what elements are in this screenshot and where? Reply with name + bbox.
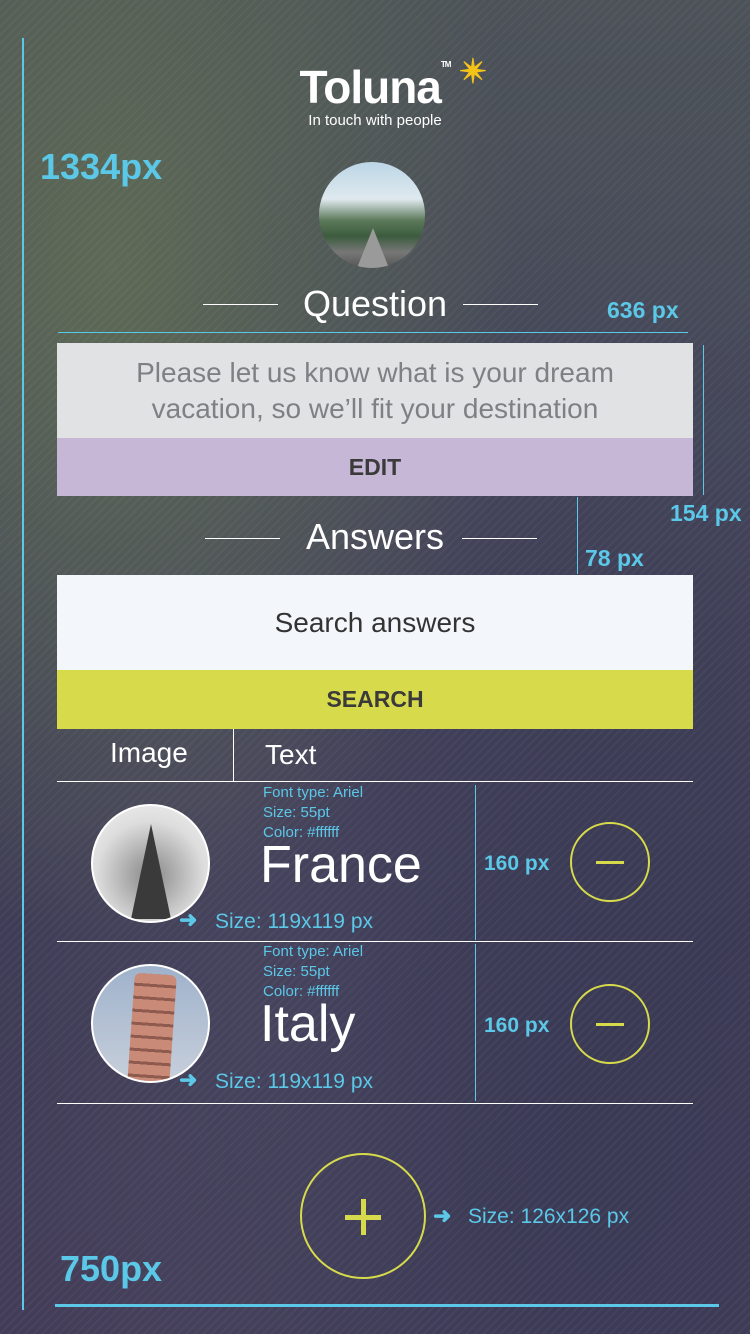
- row-height-label: 160 px: [484, 1014, 550, 1037]
- column-header-image: Image: [110, 737, 188, 768]
- spec-font-type: Font type: Ariel: [263, 943, 364, 960]
- spec-size: Size: 55pt: [263, 963, 330, 980]
- spec-font-type: Font type: Ariel: [263, 784, 364, 801]
- divider: [57, 1103, 693, 1104]
- answer-text: Italy: [260, 995, 356, 1053]
- question-image[interactable]: [319, 162, 425, 268]
- column-header-text: Text: [265, 739, 317, 770]
- list-item: Font type: Ariel Size: 55pt Color: #ffff…: [57, 942, 693, 1103]
- answer-image[interactable]: [91, 804, 210, 923]
- question-width-line: [58, 332, 688, 333]
- add-answer-button[interactable]: [300, 1153, 426, 1279]
- remove-answer-button[interactable]: [570, 984, 650, 1064]
- image-size-note: Size: 119x119 px: [215, 910, 373, 933]
- arrow-right-icon: ➜: [179, 1067, 198, 1092]
- answers-gap-line: [577, 497, 578, 574]
- question-width-label: 636 px: [607, 297, 679, 323]
- minus-icon: [596, 1023, 624, 1026]
- question-height-line: [703, 345, 704, 495]
- remove-answer-button[interactable]: [570, 822, 650, 902]
- row-height-label: 160 px: [484, 852, 550, 875]
- search-button[interactable]: SEARCH: [57, 670, 693, 729]
- arrow-right-icon: ➜: [179, 907, 198, 932]
- height-guide-line: [22, 38, 24, 1310]
- column-divider: [233, 729, 234, 781]
- star-icon: ✴: [458, 53, 487, 91]
- answer-text: France: [260, 836, 422, 894]
- minus-icon: [596, 861, 624, 864]
- width-label: 750px: [60, 1248, 163, 1289]
- edit-button[interactable]: EDIT: [57, 438, 693, 496]
- width-guide-line: [55, 1304, 719, 1307]
- logo: TolunaTM ✴ In touch with people: [0, 53, 750, 129]
- list-item: Font type: Ariel Size: 55pt Color: #ffff…: [57, 782, 693, 941]
- answer-image[interactable]: [91, 964, 210, 1083]
- arrow-right-icon: ➜: [433, 1203, 452, 1228]
- row-height-line: [475, 785, 476, 940]
- add-button-size-note: Size: 126x126 px: [468, 1205, 630, 1228]
- question-text: Please let us know what is your dream va…: [57, 343, 693, 438]
- height-label: 1334px: [40, 146, 163, 187]
- logo-tagline: In touch with people: [308, 112, 442, 129]
- plus-icon-stroke: [361, 1199, 366, 1235]
- logo-tm: TM: [440, 60, 452, 69]
- answers-gap-label: 78 px: [585, 545, 644, 571]
- row-height-line: [475, 944, 476, 1101]
- search-input[interactable]: Search answers: [57, 575, 693, 670]
- image-size-note: Size: 119x119 px: [215, 1070, 373, 1093]
- spec-size: Size: 55pt: [263, 804, 330, 821]
- logo-wordmark: Toluna: [299, 61, 442, 113]
